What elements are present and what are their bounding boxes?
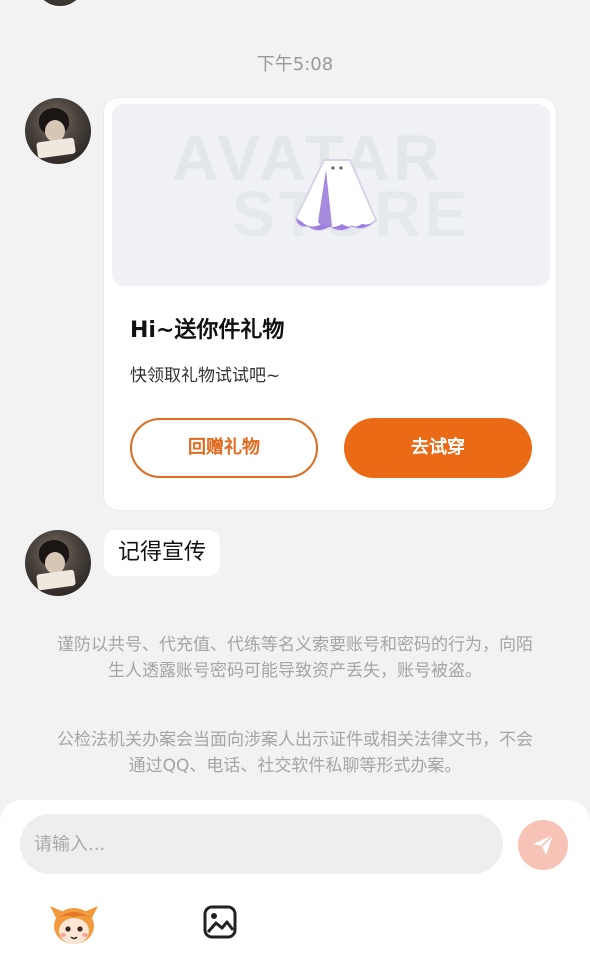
gift-banner: AVATAR STORE xyxy=(112,104,550,286)
sender-avatar[interactable] xyxy=(25,98,91,164)
avatar-partial[interactable] xyxy=(32,0,88,6)
message-input[interactable] xyxy=(20,814,503,874)
mascot-emoji-button[interactable] xyxy=(48,900,100,948)
return-gift-button[interactable]: 回赠礼物 xyxy=(130,418,318,478)
text-message-bubble[interactable]: 记得宣传 xyxy=(104,530,221,576)
message-timestamp: 下午5:08 xyxy=(256,54,334,75)
gift-card-title: Hi~送你件礼物 xyxy=(130,318,285,343)
police-notice: 公检法机关办案会当面向涉案人出示证件或相关法律文书，不会通过QQ、电话、社交软件… xyxy=(57,730,533,776)
mascot-icon xyxy=(50,906,98,944)
input-panel xyxy=(0,800,590,972)
try-on-button[interactable]: 去试穿 xyxy=(344,418,532,478)
gift-card-subtitle: 快领取礼物试试吧~ xyxy=(130,366,281,386)
image-icon xyxy=(203,905,237,939)
gift-card[interactable]: AVATAR STORE Hi~送你件礼物 快领取礼物试试吧~ 回赠礼物 去试穿 xyxy=(104,98,556,510)
security-notice: 谨防以共号、代充值、代练等名义索要账号和密码的行为，向陌生人透露账号密码可能导致… xyxy=(57,635,533,681)
image-picker-button[interactable] xyxy=(202,904,238,940)
sender-avatar[interactable] xyxy=(25,530,91,596)
skirt-gift-image xyxy=(294,159,378,231)
send-icon xyxy=(533,834,554,855)
send-button[interactable] xyxy=(518,820,568,870)
